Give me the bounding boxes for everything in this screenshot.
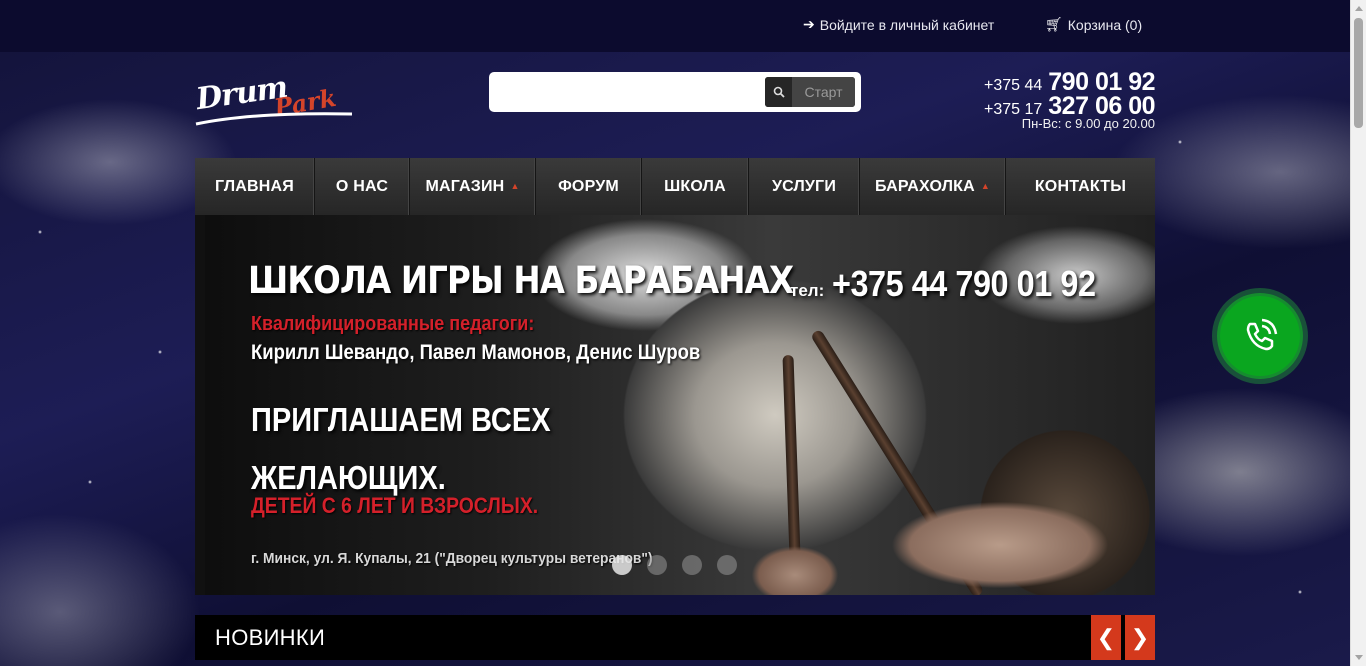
nav-item-home[interactable]: ГЛАВНАЯ [195,158,315,215]
phone1-prefix: +375 44 [984,77,1043,94]
teachers-heading: Квалифицированные педагоги: [251,313,535,335]
logo[interactable]: Drum Park [194,70,359,132]
nav-item-label: ШКОЛА [664,177,726,195]
nav-item-services[interactable]: УСЛУГИ [749,158,860,215]
slide-phone: тел: +375 44 790 01 92 [790,263,1125,305]
search-button[interactable]: Старт [765,77,855,107]
phone-line-2[interactable]: +375 17 327 06 00 [984,92,1155,120]
caret-up-icon: ▲ [980,180,991,191]
section-title: НОВИНКИ [215,624,326,650]
nav-item-label: УСЛУГИ [771,177,837,195]
scrollbar-thumb[interactable] [1354,18,1363,128]
search-icon [765,77,792,107]
search-input[interactable] [495,78,763,106]
slide-phone-number: +375 44 790 01 92 [832,263,1096,304]
slider-dot[interactable] [647,555,667,575]
search-button-label: Старт [792,77,855,107]
slide-title: ШКОЛА ИГРЫ НА БАРАБАНАХ [248,259,794,302]
nav-item-label: ГЛАВНАЯ [214,177,295,195]
cart-label: Корзина (0) [1067,16,1143,33]
prev-button[interactable]: ❮ [1091,615,1121,660]
login-link[interactable]: ➔ Войдите в личный кабинет [803,16,994,33]
teachers-names: Кирилл Шевандо, Павел Мамонов, Денис Шур… [251,341,701,364]
address-text: г. Минск, ул. Я. Купалы, 21 ("Дворец кул… [251,550,653,567]
nav-item-label: БАРАХОЛКА [874,177,975,195]
nav-item-label: КОНТАКТЫ [1034,177,1127,195]
top-bar: ➔ Войдите в личный кабинет 🛒︎ Корзина (0… [0,0,1350,52]
nav-item-label: ФОРУМ [558,177,619,195]
contact-phones: +375 44 790 01 92 +375 17 327 06 00 Пн-В… [984,68,1155,131]
chevron-left-icon: ❮ [1096,624,1116,650]
call-button-inner [1220,296,1300,376]
nav-item-contacts[interactable]: КОНТАКТЫ [1006,158,1155,215]
slider-dot[interactable] [682,555,702,575]
cart-icon: 🛒︎ [1045,16,1063,32]
phone-icon [1246,318,1278,351]
page-scrollbar[interactable] [1350,0,1366,666]
nav-item-school[interactable]: ШКОЛА [642,158,749,215]
nav-item-about[interactable]: О НАС [315,158,410,215]
slider-dot[interactable] [612,555,632,575]
nav-item-fleamarket[interactable]: БАРАХОЛКА ▲ [860,158,1006,215]
cart-link[interactable]: 🛒︎ Корзина (0) [1045,16,1142,33]
next-button[interactable]: ❯ [1125,615,1155,660]
slider-dots [612,555,737,575]
call-button[interactable] [1212,288,1308,384]
hero-slider[interactable]: ШКОЛА ИГРЫ НА БАРАБАНАХ тел: +375 44 790… [195,215,1155,595]
login-label: Войдите в личный кабинет [819,16,995,33]
search-box: Старт [489,72,861,112]
nav-item-label: О НАС [335,177,389,195]
audience-text: ДЕТЕЙ С 6 ЛЕТ И ВЗРОСЛЫХ. [251,493,539,518]
new-products-bar: НОВИНКИ ❮ ❯ [195,615,1155,660]
invite-line-1: ПРИГЛАШАЕМ ВСЕХ [251,401,551,438]
nav-item-shop[interactable]: МАГАЗИН ▲ [410,158,536,215]
main-nav: ГЛАВНАЯ О НАС МАГАЗИН ▲ ФОРУМ ШКОЛА УСЛУ… [195,158,1155,215]
slide-phone-prefix: тел: [790,281,825,300]
scroll-down-arrow[interactable] [1355,655,1363,660]
hand-image [850,475,1155,595]
invite-text: ПРИГЛАШАЕМ ВСЕХ ЖЕЛАЮЩИХ. [251,391,585,507]
scroll-up-arrow[interactable] [1355,6,1363,11]
slider-dot[interactable] [717,555,737,575]
slider-edge [195,215,205,595]
caret-up-icon: ▲ [510,180,520,191]
hand-image [725,535,865,595]
phone-line-1[interactable]: +375 44 790 01 92 [984,68,1155,96]
sign-in-icon: ➔ [803,16,815,32]
logo-swoosh [195,112,353,126]
nav-item-forum[interactable]: ФОРУМ [536,158,642,215]
chevron-right-icon: ❯ [1130,624,1150,650]
nav-item-label: МАГАЗИН [425,177,505,195]
